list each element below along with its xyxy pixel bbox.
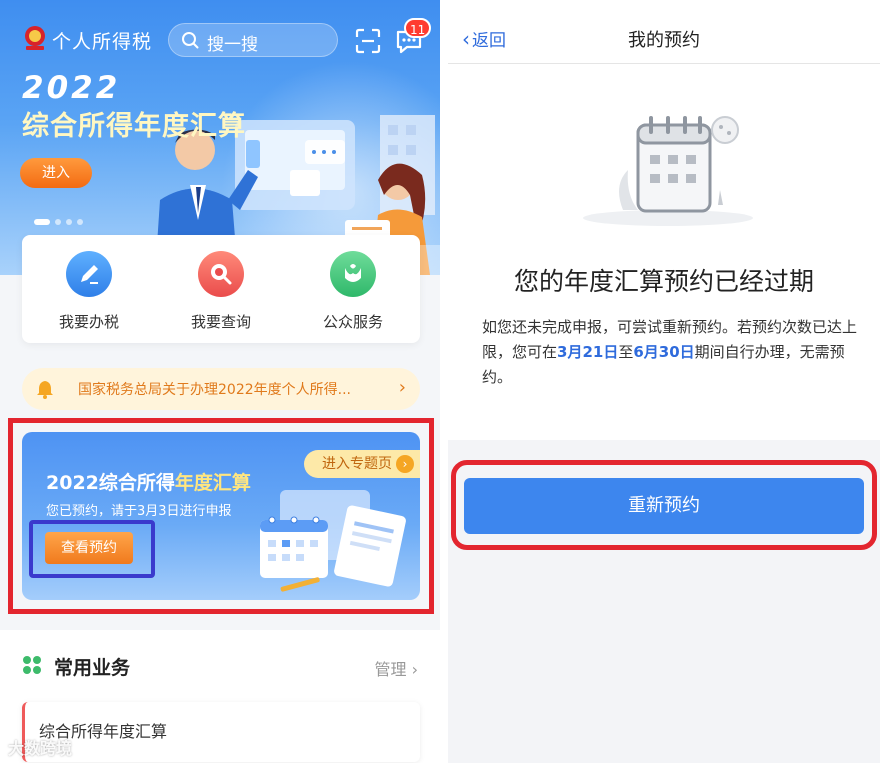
calendar-document-illustration — [260, 490, 406, 592]
chevron-left-icon: ‹ — [462, 27, 470, 51]
scan-icon[interactable] — [355, 28, 381, 54]
hero-banner[interactable]: 个人所得税 搜一搜 11 2022 综合所得年度汇算 进入 — [0, 0, 440, 275]
tax-app-home-screen: 个人所得税 搜一搜 11 2022 综合所得年度汇算 进入 我要办税 我要查询 … — [0, 0, 440, 763]
search-icon — [182, 32, 199, 49]
desc-join: 至 — [618, 343, 634, 361]
view-appointment-button[interactable]: 查看预约 — [45, 532, 133, 564]
search-box[interactable]: 搜一搜 — [168, 23, 338, 57]
common-services-title: 常用业务 — [54, 657, 131, 679]
top-bar: 个人所得税 搜一搜 11 — [0, 18, 440, 62]
notice-text: 国家税务总局关于办理2022年度个人所得... — [78, 382, 351, 398]
service-shortcuts: 我要办税 我要查询 公众服务 — [22, 235, 420, 343]
my-appointment-screen: 我的预约 ‹ 返回 您的年度汇算预约已经过期 如您还未完成申报，可尝试重新预约。若… — [448, 0, 880, 763]
date-start: 3月21日 — [557, 343, 619, 361]
bell-icon — [37, 381, 53, 399]
promo-title: 2022综合所得年度汇算 — [46, 468, 251, 495]
back-label: 返回 — [472, 31, 506, 51]
promo-subtitle: 您已预约，请于3月3日进行申报 — [46, 504, 232, 519]
expired-description: 如您还未完成申报，可尝试重新预约。若预约次数已达上限，您可在3月21日至6月30… — [482, 315, 862, 390]
carousel-dot[interactable] — [66, 218, 72, 225]
expired-heading: 您的年度汇算预约已经过期 — [513, 267, 814, 296]
chevron-right-icon: › — [398, 377, 406, 398]
service-public[interactable]: 公众服务 — [298, 251, 408, 332]
service-tax-filing[interactable]: 我要办税 — [34, 251, 144, 332]
flower-icon — [330, 251, 376, 297]
carousel-dot[interactable] — [77, 218, 83, 225]
grid-icon — [23, 656, 41, 674]
promo-title-main: 2022综合所得 — [46, 472, 175, 494]
message-count-badge: 11 — [404, 18, 432, 38]
service-query[interactable]: 我要查询 — [166, 251, 276, 332]
magnifier-icon — [198, 251, 244, 297]
notice-bar[interactable]: 国家税务总局关于办理2022年度个人所得... › — [22, 368, 420, 410]
app-title: 个人所得税 — [52, 31, 153, 53]
pen-icon — [66, 251, 112, 297]
date-end: 6月30日 — [633, 343, 695, 361]
carousel-dot-active[interactable] — [34, 218, 50, 225]
search-placeholder: 搜一搜 — [207, 35, 258, 55]
manage-link[interactable]: 管理 › — [375, 656, 419, 680]
carousel-dots[interactable] — [34, 211, 88, 225]
service-label: 公众服务 — [322, 313, 383, 331]
rebook-button[interactable]: 重新预约 — [464, 478, 864, 534]
carousel-dot[interactable] — [55, 218, 61, 225]
watermark: 大数跨境 — [8, 739, 73, 758]
hero-title: 综合所得年度汇算 — [22, 111, 246, 142]
page-title: 我的预约 — [628, 30, 700, 51]
service-label: 我要办税 — [58, 313, 119, 331]
common-service-item[interactable]: 综合所得年度汇算 — [22, 702, 420, 762]
nav-header: 我的预约 ‹ 返回 — [448, 0, 880, 64]
back-button[interactable]: ‹ 返回 — [462, 26, 506, 51]
tax-emblem-icon — [25, 26, 45, 50]
expired-calendar-illustration — [583, 116, 753, 226]
service-label: 我要查询 — [190, 313, 251, 331]
hero-year: 2022 — [22, 70, 121, 106]
hero-enter-button[interactable]: 进入 — [20, 158, 92, 188]
